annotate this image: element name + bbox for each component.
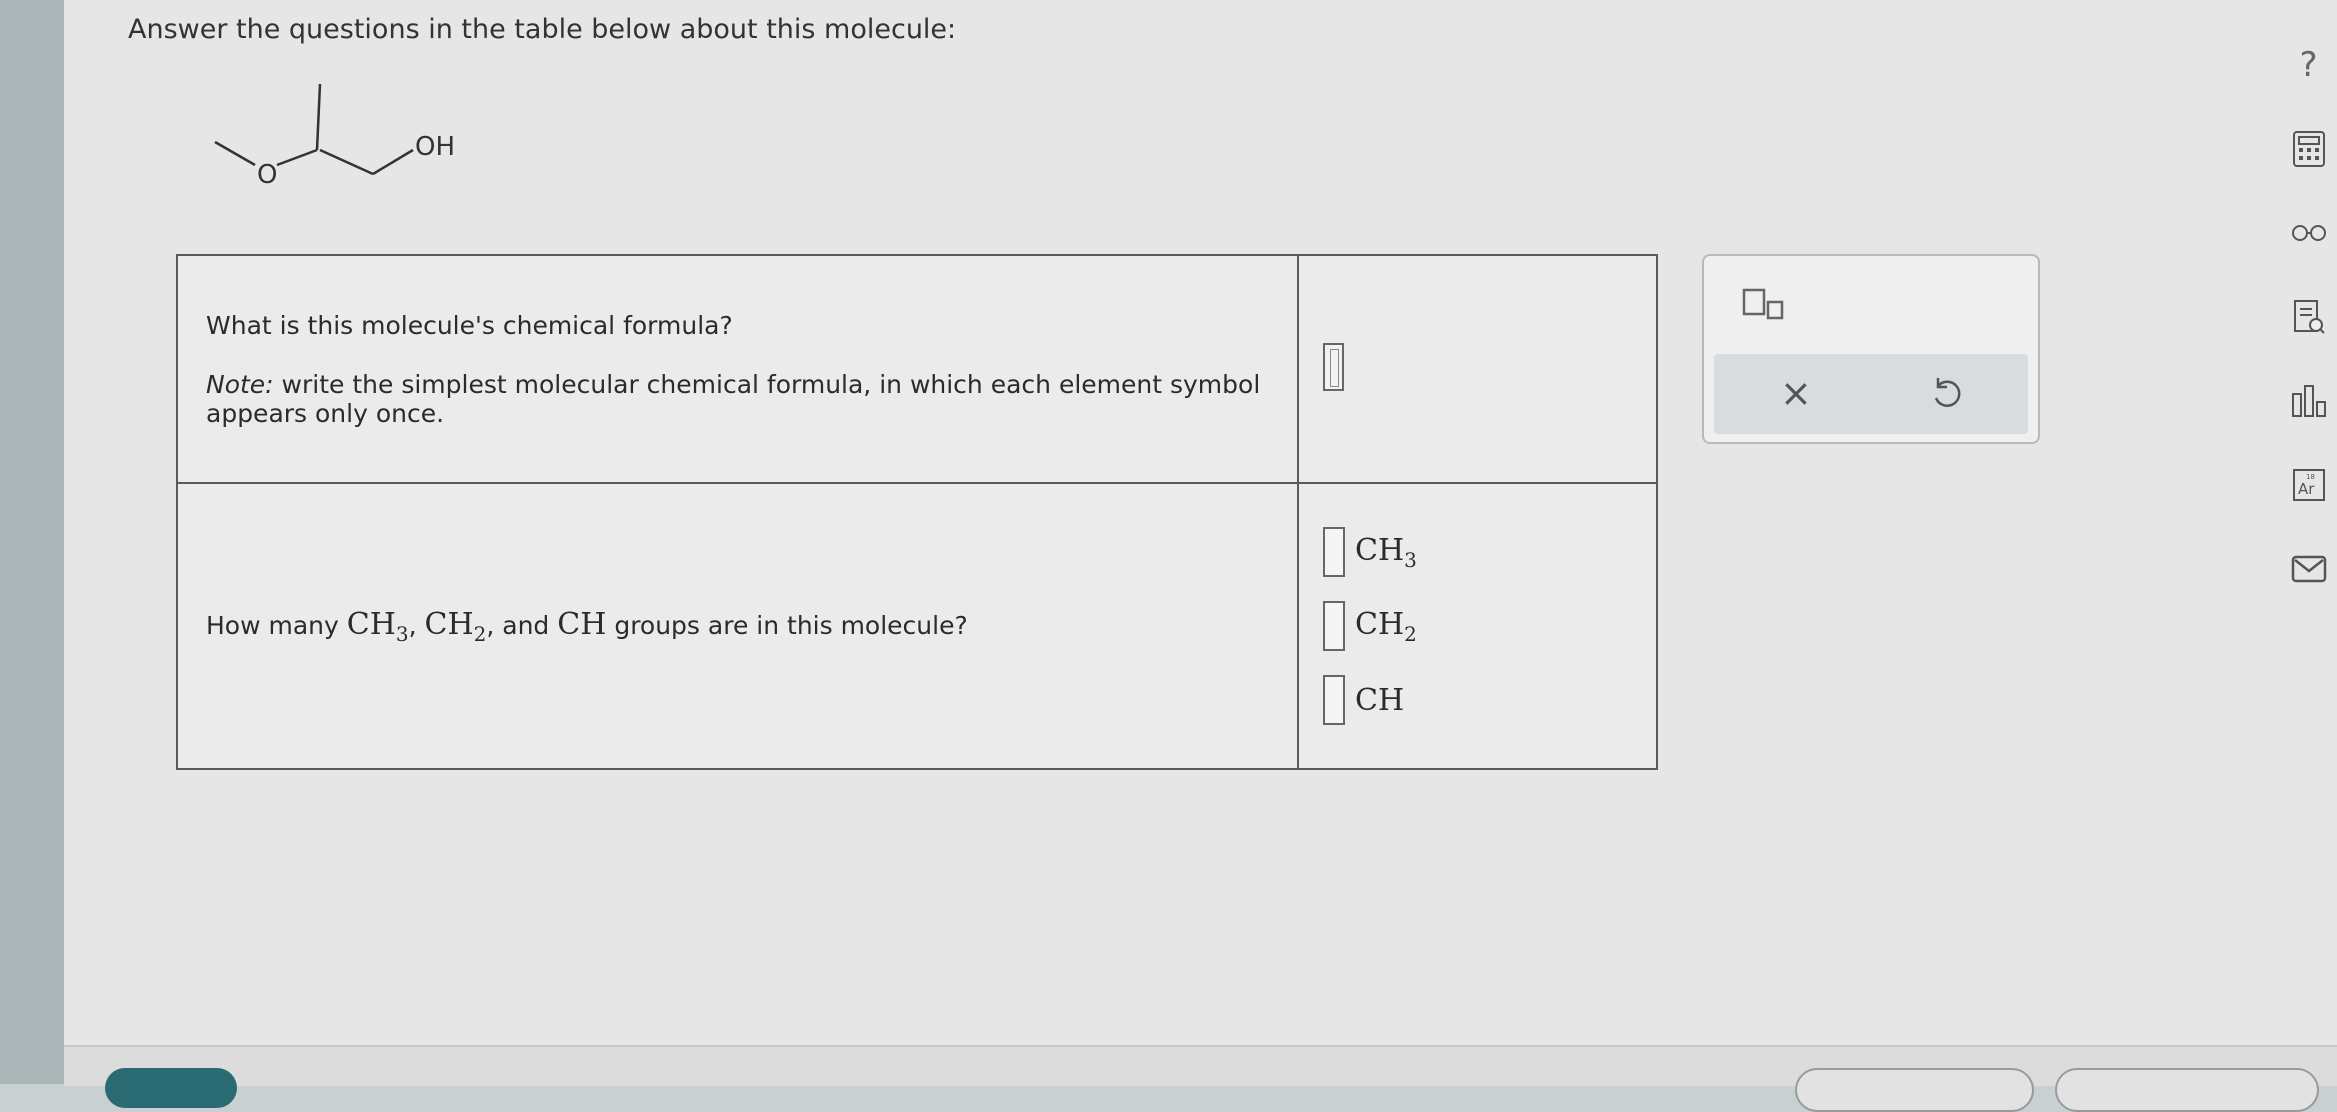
ch-count-row: CH bbox=[1323, 663, 1655, 737]
separator: , and bbox=[486, 610, 558, 640]
reference-icon[interactable] bbox=[2280, 292, 2337, 342]
periodic-table-icon[interactable]: Ar 18 bbox=[2280, 460, 2337, 510]
bond bbox=[315, 83, 322, 151]
molecule-structure: O OH bbox=[214, 83, 455, 190]
formula-input[interactable] bbox=[1323, 343, 1344, 391]
answer-toolbox: × bbox=[1702, 254, 2040, 444]
ch2-count-label: CH2 bbox=[1355, 606, 1417, 646]
separator: , bbox=[408, 610, 425, 640]
ch-formula: CH bbox=[557, 606, 607, 642]
ch2-count-input[interactable] bbox=[1323, 601, 1345, 651]
bottom-left-button[interactable] bbox=[105, 1068, 237, 1108]
ch2-formula: CH2 bbox=[424, 606, 487, 646]
formula-answer-cell bbox=[1297, 254, 1658, 484]
bar-chart-icon[interactable] bbox=[2280, 376, 2337, 426]
ch2-count-row: CH2 bbox=[1323, 589, 1655, 663]
left-strip bbox=[0, 0, 64, 1084]
close-icon[interactable]: × bbox=[1780, 370, 1812, 416]
groups-question: How many CH3, CH2, and CH groups are in … bbox=[206, 607, 968, 646]
bottom-button[interactable] bbox=[2055, 1068, 2319, 1112]
groups-question-prefix: How many bbox=[206, 610, 347, 640]
groups-answer-cell: CH3 CH2 CH bbox=[1297, 482, 1658, 770]
hydroxyl-label: OH bbox=[415, 132, 455, 162]
svg-text:18: 18 bbox=[2306, 473, 2315, 481]
bond bbox=[319, 148, 374, 176]
groups-question-suffix: groups are in this molecule? bbox=[606, 610, 968, 640]
mail-icon[interactable] bbox=[2280, 544, 2337, 594]
bond bbox=[276, 148, 318, 167]
ch-count-label: CH bbox=[1355, 682, 1405, 718]
ch3-count-label: CH3 bbox=[1355, 532, 1417, 572]
note-label: Note: bbox=[206, 369, 274, 399]
ch-count-input[interactable] bbox=[1323, 675, 1345, 725]
calculator-icon[interactable] bbox=[2280, 124, 2337, 174]
formula-note: Note: write the simplest molecular chemi… bbox=[206, 370, 1296, 428]
toolbox-actions: × bbox=[1714, 354, 2028, 434]
formula-question-cell: What is this molecule's chemical formula… bbox=[176, 254, 1299, 484]
side-toolbar: ? Ar 18 bbox=[2280, 0, 2337, 1045]
ch3-count-input[interactable] bbox=[1323, 527, 1345, 577]
glasses-icon[interactable] bbox=[2280, 208, 2337, 258]
help-icon[interactable]: ? bbox=[2280, 40, 2337, 90]
formula-question: What is this molecule's chemical formula… bbox=[206, 310, 733, 340]
subscript-template-icon[interactable] bbox=[1738, 286, 1798, 326]
bond bbox=[372, 148, 414, 176]
svg-text:Ar: Ar bbox=[2298, 480, 2315, 498]
question-table: What is this molecule's chemical formula… bbox=[176, 254, 1658, 770]
question-prompt: Answer the questions in the table below … bbox=[128, 14, 957, 45]
ch3-formula: CH3 bbox=[346, 606, 409, 646]
bottom-button[interactable] bbox=[1795, 1068, 2034, 1112]
bond bbox=[214, 140, 256, 167]
undo-icon[interactable] bbox=[1926, 374, 1966, 414]
note-text: write the simplest molecular chemical fo… bbox=[206, 369, 1261, 428]
groups-question-cell: How many CH3, CH2, and CH groups are in … bbox=[176, 482, 1299, 770]
oxygen-label: O bbox=[257, 160, 277, 190]
ch3-count-row: CH3 bbox=[1323, 515, 1655, 589]
